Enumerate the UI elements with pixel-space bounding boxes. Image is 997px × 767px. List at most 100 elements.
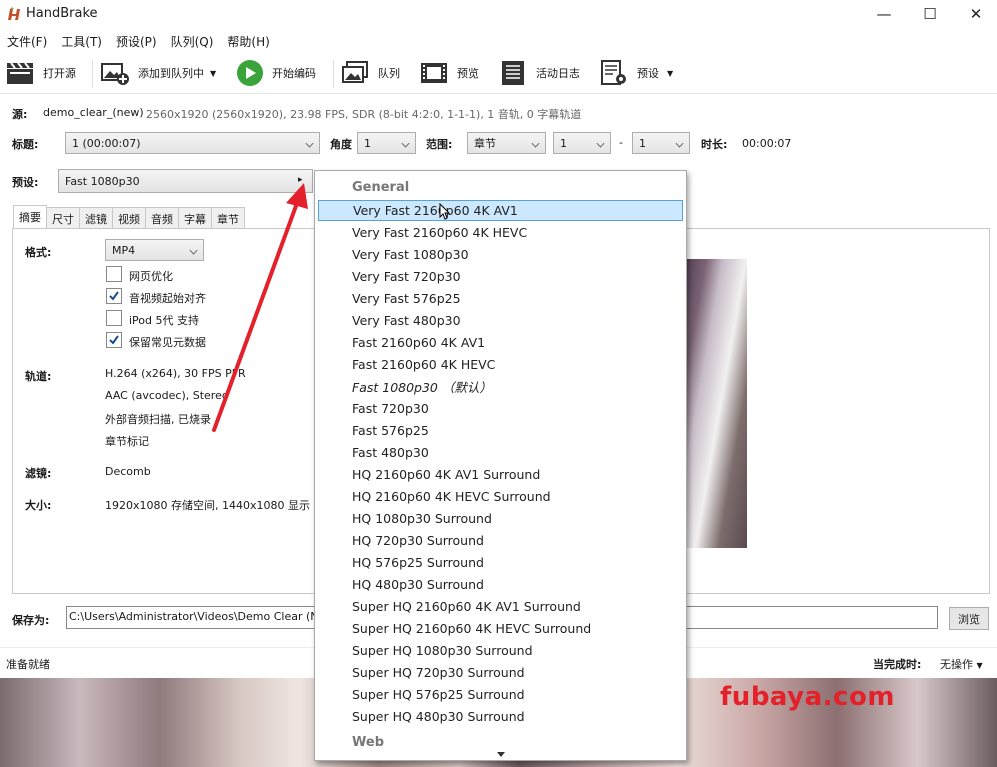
preset-item[interactable]: Super HQ 480p30 Surround xyxy=(318,706,683,727)
filters-label: 滤镜: xyxy=(25,467,52,480)
tab-summary[interactable]: 摘要 xyxy=(13,205,47,228)
mouse-cursor-icon xyxy=(439,203,451,220)
preset-select-value: Fast 1080p30 xyxy=(65,174,140,188)
preset-item[interactable]: Very Fast 2160p60 4K AV1 xyxy=(318,200,683,221)
preset-item[interactable]: Super HQ 720p30 Surround xyxy=(318,662,683,683)
start-encode-label: 开始编码 xyxy=(272,67,316,80)
preset-item[interactable]: Fast 720p30 xyxy=(318,398,683,419)
presets-label: 预设 xyxy=(637,67,659,80)
preset-item[interactable]: Super HQ 1080p30 Surround xyxy=(318,640,683,661)
menu-tools[interactable]: 工具(T) xyxy=(54,30,109,52)
range-end-value: 1 xyxy=(639,136,646,150)
preset-item[interactable]: HQ 720p30 Surround xyxy=(318,530,683,551)
tracks-label: 轨道: xyxy=(25,370,52,383)
duration-label: 时长: xyxy=(701,138,728,151)
annotation-arrow-icon xyxy=(212,183,308,432)
activity-log-button[interactable]: 活动日志 xyxy=(498,60,580,86)
source-label: 源: xyxy=(12,108,28,121)
size-value: 1920x1080 存储空间, 1440x1080 显示 xyxy=(105,499,310,512)
scroll-down-icon[interactable] xyxy=(497,752,505,757)
preset-item[interactable]: HQ 480p30 Surround xyxy=(318,574,683,595)
on-complete-value: 无操作 xyxy=(940,658,973,671)
keep-metadata-label: 保留常见元数据 xyxy=(129,336,206,349)
preset-item[interactable]: Super HQ 2160p60 4K AV1 Surround xyxy=(318,596,683,617)
maximize-button[interactable]: ☐ xyxy=(907,0,953,28)
align-av-checkbox[interactable] xyxy=(106,288,122,304)
format-label: 格式: xyxy=(25,246,52,259)
range-end-select[interactable]: 1 xyxy=(632,132,690,154)
menu-bar: 文件(F) 工具(T) 预设(P) 队列(Q) 帮助(H) xyxy=(0,30,277,52)
tab-filters[interactable]: 滤镜 xyxy=(79,207,113,228)
preset-item[interactable]: Very Fast 1080p30 xyxy=(318,244,683,265)
preset-item[interactable]: Fast 480p30 xyxy=(318,442,683,463)
chevron-down-icon: ▼ xyxy=(976,661,983,670)
title-select[interactable]: 1 (00:00:07) xyxy=(65,132,320,154)
range-type-value: 章节 xyxy=(474,137,496,150)
tab-video[interactable]: 视频 xyxy=(112,207,146,228)
menu-help[interactable]: 帮助(H) xyxy=(220,30,276,52)
preset-item[interactable]: Very Fast 480p30 xyxy=(318,310,683,331)
chevron-down-icon[interactable]: ▼ xyxy=(667,69,673,78)
track-subtitle: 外部音频扫描, 已烧录 xyxy=(105,413,211,426)
toolbar-divider xyxy=(92,60,93,88)
tab-dimensions[interactable]: 尺寸 xyxy=(46,207,80,228)
format-select[interactable]: MP4 xyxy=(105,239,204,261)
preset-item[interactable]: Fast 576p25 xyxy=(318,420,683,441)
log-icon xyxy=(502,61,524,85)
preset-item[interactable]: Fast 2160p60 4K AV1 xyxy=(318,332,683,353)
menu-queue[interactable]: 队列(Q) xyxy=(164,30,221,52)
angle-select[interactable]: 1 xyxy=(357,132,416,154)
browse-button[interactable]: 浏览 xyxy=(949,607,989,630)
preview-label: 预览 xyxy=(457,67,479,80)
preset-item[interactable]: Very Fast 720p30 xyxy=(318,266,683,287)
format-select-value: MP4 xyxy=(112,243,136,257)
preset-dropdown: General Very Fast 2160p60 4K AV1 Very Fa… xyxy=(314,170,687,761)
chevron-down-icon[interactable]: ▼ xyxy=(210,69,216,78)
queue-label: 队列 xyxy=(378,67,400,80)
duration-value: 00:00:07 xyxy=(742,137,792,150)
preset-item[interactable]: HQ 1080p30 Surround xyxy=(318,508,683,529)
preset-group-general: General xyxy=(352,180,410,195)
preset-item[interactable]: Very Fast 2160p60 4K HEVC xyxy=(318,222,683,243)
preset-item-default[interactable]: Fast 1080p30 （默认） xyxy=(318,376,683,397)
preset-item[interactable]: Super HQ 2160p60 4K HEVC Surround xyxy=(318,618,683,639)
chevron-down-icon xyxy=(675,139,684,148)
window-title: HandBrake xyxy=(26,6,98,21)
align-av-label: 音视频起始对齐 xyxy=(129,292,206,305)
menu-presets[interactable]: 预设(P) xyxy=(109,30,164,52)
chevron-down-icon xyxy=(531,139,540,148)
on-complete-select[interactable]: 无操作 ▼ xyxy=(940,656,983,672)
preview-button[interactable]: 预览 xyxy=(419,60,479,86)
preset-item[interactable]: Super HQ 576p25 Surround xyxy=(318,684,683,705)
settings-document-icon xyxy=(601,60,626,85)
preset-item[interactable]: HQ 576p25 Surround xyxy=(318,552,683,573)
menu-file[interactable]: 文件(F) xyxy=(0,30,54,52)
range-type-select[interactable]: 章节 xyxy=(467,132,546,154)
web-optimize-label: 网页优化 xyxy=(129,270,173,283)
queue-button[interactable]: 队列 xyxy=(340,60,400,86)
start-encode-button[interactable]: 开始编码 xyxy=(236,60,316,86)
size-label: 大小: xyxy=(25,499,52,512)
watermark: fubaya.com xyxy=(720,682,895,712)
close-button[interactable]: ✕ xyxy=(953,0,997,28)
add-to-queue-label: 添加到队列中 xyxy=(138,67,204,80)
add-to-queue-button[interactable]: 添加到队列中 ▼ xyxy=(100,60,216,86)
minimize-button[interactable]: — xyxy=(861,0,907,28)
range-start-select[interactable]: 1 xyxy=(553,132,611,154)
toolbar-divider xyxy=(333,60,334,88)
range-start-value: 1 xyxy=(560,136,567,150)
ipod-label: iPod 5代 支持 xyxy=(129,314,200,327)
tab-audio[interactable]: 音频 xyxy=(145,207,179,228)
checkmark-icon xyxy=(109,335,119,345)
presets-button[interactable]: 预设 ▼ xyxy=(599,60,673,86)
open-source-button[interactable]: 打开源 xyxy=(5,60,76,86)
range-dash: - xyxy=(619,136,623,149)
keep-metadata-checkbox[interactable] xyxy=(106,332,122,348)
ipod-checkbox[interactable] xyxy=(106,310,122,326)
preset-item[interactable]: HQ 2160p60 4K AV1 Surround xyxy=(318,464,683,485)
preset-item[interactable]: Fast 2160p60 4K HEVC xyxy=(318,354,683,375)
preset-item[interactable]: Very Fast 576p25 xyxy=(318,288,683,309)
web-optimize-checkbox[interactable] xyxy=(106,266,122,282)
preset-item[interactable]: HQ 2160p60 4K HEVC Surround xyxy=(318,486,683,507)
queue-icon xyxy=(342,61,368,83)
